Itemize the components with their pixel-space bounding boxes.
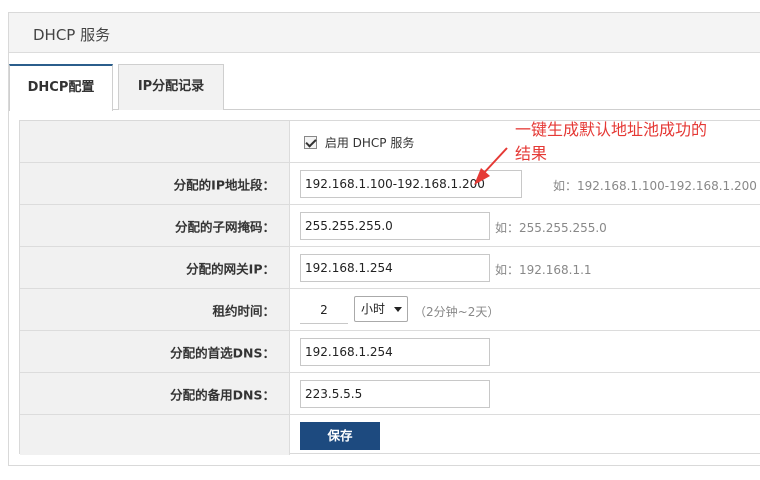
form-row-subnet: 分配的子网掩码： 255.255.255.0 如：255.255.255.0	[20, 205, 760, 247]
dns-primary-label-cell: 分配的首选DNS：	[20, 331, 290, 372]
gateway-hint: 如：192.168.1.1	[495, 263, 592, 277]
dhcp-service-panel: DHCP 服务 DHCP配置 IP分配记录 启用 DHCP 服务 分配的IP地址…	[8, 12, 760, 466]
subnet-label: 分配的子网掩码：	[174, 219, 275, 234]
enable-dhcp-label: 启用 DHCP 服务	[324, 136, 415, 150]
panel-title: DHCP 服务	[33, 26, 111, 44]
tab-dhcp-config[interactable]: DHCP配置	[9, 64, 113, 111]
form-row-gateway: 分配的网关IP： 192.168.1.254 如：192.168.1.1	[20, 247, 760, 289]
form-row-actions: 保存	[20, 415, 760, 455]
dns-backup-label: 分配的备用DNS：	[170, 387, 275, 402]
lease-hint: （2分钟~2天）	[414, 305, 500, 319]
lease-time-input[interactable]: 2	[300, 296, 348, 324]
subnet-label-cell: 分配的子网掩码：	[20, 205, 290, 246]
lease-unit-value: 小时	[361, 302, 386, 316]
dns-primary-input[interactable]: 192.168.1.254	[300, 338, 490, 366]
enable-dhcp-checkbox[interactable]	[304, 136, 317, 149]
gateway-input[interactable]: 192.168.1.254	[300, 254, 490, 282]
ip-range-label: 分配的IP地址段：	[173, 177, 275, 192]
dhcp-config-form: 启用 DHCP 服务 分配的IP地址段： 192.168.1.100-192.1…	[19, 120, 760, 455]
lease-label: 租约时间：	[212, 303, 275, 318]
annotation-text: 一键生成默认地址池成功的 结果	[515, 118, 755, 166]
enable-dhcp-toggle[interactable]: 启用 DHCP 服务	[304, 134, 414, 150]
annotation-line-2: 结果	[515, 144, 548, 163]
form-row-ip-range: 分配的IP地址段： 192.168.1.100-192.168.1.200 如：…	[20, 163, 760, 205]
gateway-label-cell: 分配的网关IP：	[20, 247, 290, 288]
dns-backup-input[interactable]: 223.5.5.5	[300, 380, 490, 408]
ip-range-hint: 如：192.168.1.100-192.168.1.200	[553, 179, 757, 193]
row-label-empty	[20, 121, 290, 162]
tab-bar: DHCP配置 IP分配记录	[9, 64, 760, 111]
subnet-input[interactable]: 255.255.255.0	[300, 212, 490, 240]
gateway-label: 分配的网关IP：	[186, 261, 275, 276]
save-button[interactable]: 保存	[300, 422, 380, 450]
actions-label-cell	[20, 415, 290, 455]
annotation-line-1: 一键生成默认地址池成功的	[515, 120, 708, 139]
ip-range-input[interactable]: 192.168.1.100-192.168.1.200	[300, 170, 522, 198]
panel-header: DHCP 服务	[9, 13, 760, 53]
form-row-lease: 租约时间： 2 小时 （2分钟~2天）	[20, 289, 760, 331]
subnet-hint: 如：255.255.255.0	[495, 221, 607, 235]
form-row-dns-primary: 分配的首选DNS： 192.168.1.254	[20, 331, 760, 373]
lease-unit-select[interactable]: 小时	[354, 296, 408, 322]
chevron-down-icon	[394, 307, 402, 312]
dns-backup-label-cell: 分配的备用DNS：	[20, 373, 290, 414]
tab-ip-allocation-records[interactable]: IP分配记录	[118, 64, 224, 110]
form-row-dns-backup: 分配的备用DNS： 223.5.5.5	[20, 373, 760, 415]
lease-label-cell: 租约时间：	[20, 289, 290, 330]
dns-primary-label: 分配的首选DNS：	[170, 345, 275, 360]
ip-range-label-cell: 分配的IP地址段：	[20, 163, 290, 204]
